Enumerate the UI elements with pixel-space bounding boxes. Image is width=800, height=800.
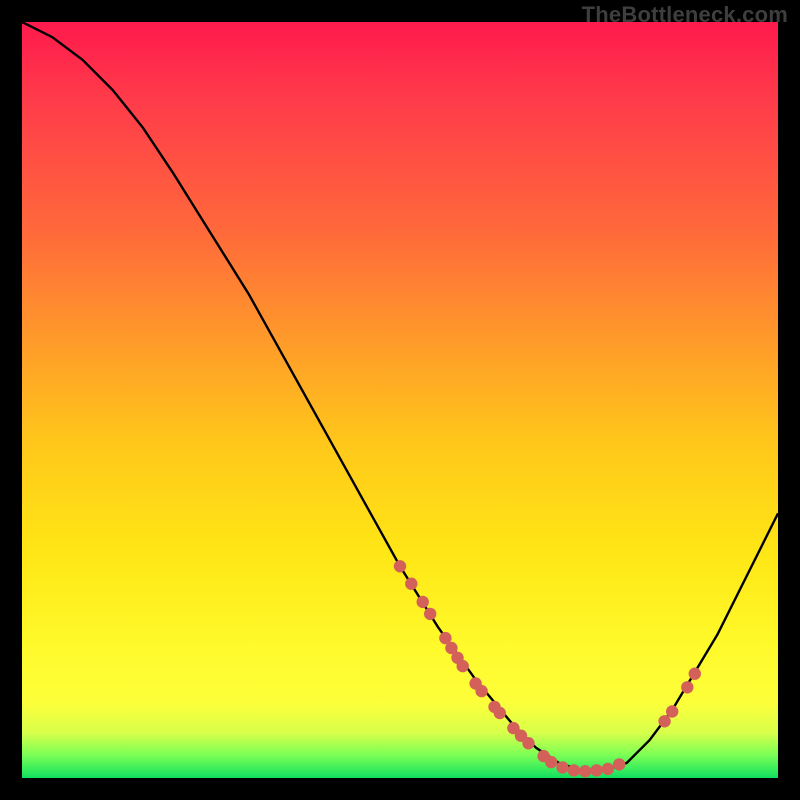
data-dots [394, 560, 701, 777]
data-dot [457, 660, 469, 672]
data-dot [494, 707, 506, 719]
data-dot [613, 758, 625, 770]
data-dot [545, 756, 557, 768]
data-dot [666, 705, 678, 717]
chart-svg [22, 22, 778, 778]
data-dot [424, 608, 436, 620]
data-dot [579, 765, 591, 777]
data-dot [590, 764, 602, 776]
data-dot [568, 764, 580, 776]
data-dot [417, 596, 429, 608]
data-dot [405, 578, 417, 590]
data-dot [556, 761, 568, 773]
plot-area [22, 22, 778, 778]
chart-stage: TheBottleneck.com [0, 0, 800, 800]
data-dot [689, 668, 701, 680]
data-dot [658, 715, 670, 727]
data-dot [475, 685, 487, 697]
data-dot [681, 681, 693, 693]
data-dot [602, 763, 614, 775]
data-dot [522, 737, 534, 749]
data-dot [394, 560, 406, 572]
bottleneck-curve [22, 22, 778, 770]
